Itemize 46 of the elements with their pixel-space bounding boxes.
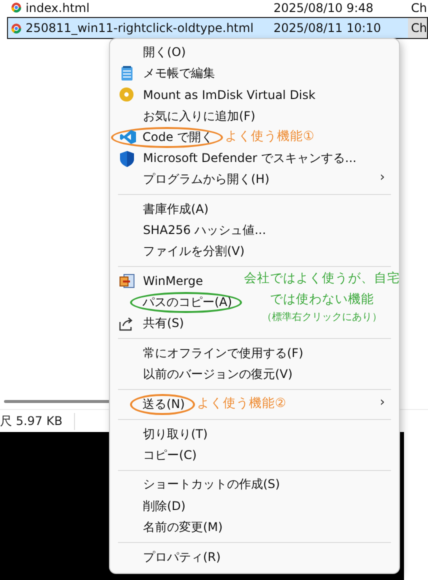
file-name: 250811_win11-rightclick-oldtype.html [26,21,255,35]
menu-item[interactable]: 名前の変更(M) [110,516,225,538]
submenu-arrow: › [380,170,385,186]
menu-item[interactable]: Code で開く [111,126,224,148]
menu-item[interactable]: プログラムから開く(H) [110,169,272,190]
menu-item[interactable]: ショートカットの作成(S) [110,474,282,496]
merge-icon [118,274,134,289]
menu-item[interactable]: コピー(C) [110,444,199,466]
menu-item[interactable]: パスのコピー(A) [130,292,242,314]
annotation-text: 会社ではよく使うが、自宅 [244,270,400,286]
share-icon [119,316,134,331]
menu-item[interactable]: 共有(S) [110,313,186,334]
menu-item[interactable]: プロパティ(R) [110,546,223,568]
file-date: 2025/08/11 10:10 [273,21,382,35]
menu-item[interactable]: 削除(D) [110,496,188,517]
menu-item[interactable]: WinMerge [110,270,205,292]
submenu-arrow: › [380,394,385,410]
notepad-icon [120,66,132,82]
menu-item[interactable]: 送る(N) [130,394,195,415]
file-date: 2025/08/10 9:48 [273,0,374,14]
menu-item[interactable]: 常にオフラインで使用する(F) [110,342,306,364]
status-size: 尺 5.97 KB [0,412,76,430]
menu-item[interactable]: Microsoft Defender でスキャンする... [110,148,358,170]
menu-item[interactable]: SHA256 ハッシュ値... [110,220,268,242]
annotation-text: よく使う機能② [196,394,286,411]
annotation-text: では使わない機能 [270,291,374,308]
menu-item[interactable]: お気に入りに追加(F) [110,106,258,127]
menu-item[interactable]: 開く(O) [110,42,188,64]
disc-icon [119,87,134,102]
menu-item[interactable]: 切り取り(T) [110,424,210,445]
code-editor-icon [120,129,136,146]
annotation-text: （標準右クリックにあり） [262,312,382,324]
menu-item[interactable]: メモ帳で編集 [110,63,217,84]
file-row[interactable]: 250811_win11-rightclick-oldtype.html 2025/08/11 10:10 Ch [7,17,428,39]
browser-file-icon [11,22,22,34]
scrollbar[interactable] [4,400,110,403]
menu-item[interactable]: ファイルを分割(V) [110,241,247,262]
file-type: Ch [410,1,427,14]
file-name: index.html [26,0,91,14]
menu-item[interactable]: 以前のバージョンの復元(V) [110,364,295,386]
file-type: Ch [408,18,427,38]
shield-icon [120,150,134,167]
file-row[interactable]: index.html 2025/08/10 9:48 Ch [7,0,428,15]
menu-item[interactable]: Mount as ImDisk Virtual Disk [110,84,318,106]
annotation-text: よく使う機能① [225,128,314,144]
menu-item[interactable]: 書庫作成(A) [110,198,211,220]
